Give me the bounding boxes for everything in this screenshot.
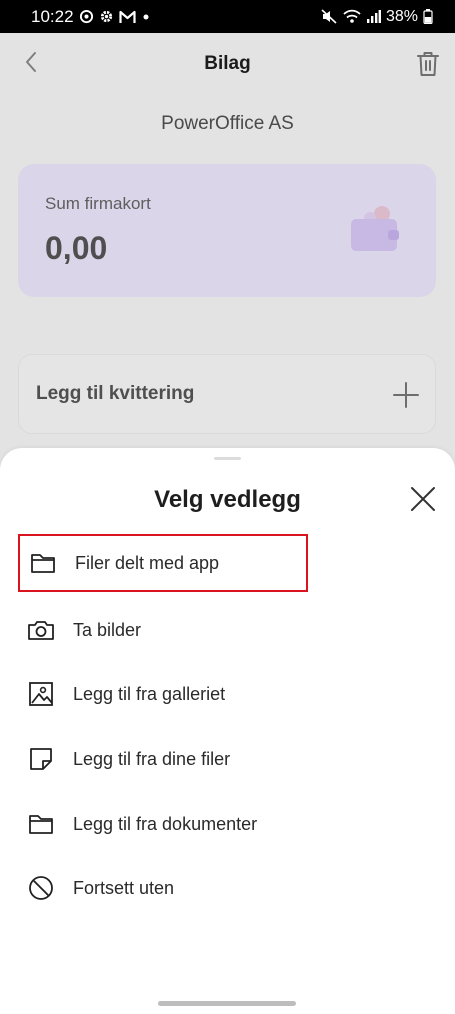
block-icon	[27, 874, 55, 902]
close-button[interactable]	[408, 484, 438, 514]
file-icon	[27, 745, 55, 773]
camera-icon	[27, 616, 55, 644]
option-label: Legg til fra galleriet	[73, 683, 226, 704]
wifi-icon	[343, 9, 361, 24]
option-my-files[interactable]: Legg til fra dine filer	[18, 730, 308, 788]
option-label: Legg til fra dokumenter	[73, 813, 258, 834]
status-right: 38%	[321, 8, 433, 26]
home-indicator[interactable]	[158, 1001, 296, 1006]
battery-icon	[423, 9, 433, 24]
gmail-icon	[118, 10, 136, 24]
status-bar: 10:22 38%	[0, 0, 455, 33]
dot-icon	[141, 12, 151, 22]
sheet-title: Velg vedlegg	[154, 486, 301, 513]
option-gallery[interactable]: Legg til fra galleriet	[18, 665, 308, 723]
mute-icon	[321, 9, 338, 24]
option-take-photo[interactable]: Ta bilder	[18, 601, 308, 659]
option-label: Legg til fra dine filer	[73, 748, 231, 769]
close-icon	[411, 487, 435, 511]
folder-icon	[29, 549, 57, 577]
status-time: 10:22	[31, 6, 74, 26]
option-label: Filer delt med app	[75, 552, 220, 573]
signal-icon	[366, 9, 381, 24]
status-left: 10:22	[31, 7, 151, 27]
option-shared-files[interactable]: Filer delt med app	[18, 534, 308, 592]
gallery-icon	[27, 680, 55, 708]
option-documents[interactable]: Legg til fra dokumenter	[18, 795, 308, 853]
attachment-bottom-sheet: Velg vedlegg Filer delt med app Ta bilde…	[0, 448, 455, 1014]
option-label: Fortsett uten	[73, 877, 175, 898]
option-label: Ta bilder	[73, 619, 142, 640]
battery-text: 38%	[385, 7, 418, 25]
drag-handle[interactable]	[214, 457, 241, 460]
folder-icon	[27, 810, 55, 838]
option-continue-without[interactable]: Fortsett uten	[18, 859, 308, 917]
settings-icon	[99, 9, 114, 24]
whatsapp-icon	[79, 9, 94, 24]
